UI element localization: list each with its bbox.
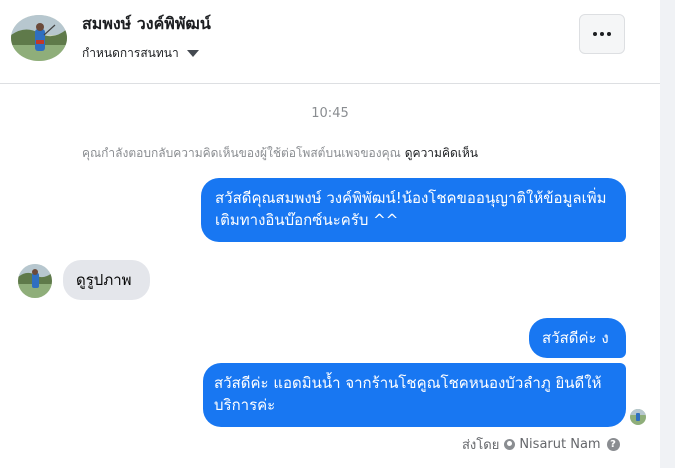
contact-avatar[interactable] bbox=[11, 15, 67, 61]
more-horizontal-icon bbox=[593, 32, 611, 36]
contact-photo bbox=[11, 15, 67, 61]
user-badge-icon bbox=[504, 439, 516, 450]
contact-name[interactable]: สมพงษ์ วงค์พิพัฒน์ bbox=[82, 12, 211, 37]
sender-name[interactable]: Nisarut Nam bbox=[519, 437, 600, 452]
conversation-panel: สมพงษ์ วงค์พิพัฒน์ กำหนดการสนทนา 10:45 ค… bbox=[0, 0, 660, 468]
reply-context-text: คุณกำลังตอบกลับความคิดเห็นของผู้ใช้ต่อโพ… bbox=[82, 146, 401, 160]
contact-avatar-small bbox=[18, 264, 52, 298]
conversation-settings-dropdown[interactable]: กำหนดการสนทนา bbox=[82, 44, 199, 63]
conversation-header: สมพงษ์ วงค์พิพัฒน์ กำหนดการสนทนา bbox=[0, 0, 660, 84]
reply-context-notice: คุณกำลังตอบกลับความคิดเห็นของผู้ใช้ต่อโพ… bbox=[82, 144, 478, 163]
more-options-button[interactable] bbox=[579, 14, 625, 54]
contact-photo bbox=[18, 264, 52, 298]
scrollbar-track[interactable] bbox=[660, 0, 675, 468]
caret-down-icon bbox=[186, 50, 199, 57]
conversation-settings-label: กำหนดการสนทนา bbox=[82, 46, 179, 60]
contact-photo bbox=[630, 409, 646, 425]
view-comment-link[interactable]: ดูความคิดเห็น bbox=[405, 146, 478, 160]
message-timestamp: 10:45 bbox=[311, 106, 349, 121]
outgoing-message[interactable]: สวัสดีค่ะ แอดมินน้ำ จากร้านโชคูณโชคหนองบ… bbox=[203, 363, 626, 427]
outgoing-message[interactable]: สวัสดีค่ะ ง bbox=[529, 318, 626, 358]
incoming-message[interactable]: ดูรูปภาพ bbox=[63, 260, 150, 300]
help-icon[interactable]: ? bbox=[606, 438, 620, 451]
outgoing-message[interactable]: สวัสดีคุณสมพงษ์ วงค์พิพัฒน์!น้องโชคขออนุ… bbox=[201, 178, 626, 242]
sent-by-label: ส่งโดย bbox=[462, 438, 500, 453]
read-receipt-avatar bbox=[630, 409, 646, 425]
sent-by-info: ส่งโดย Nisarut Nam ? bbox=[462, 434, 620, 455]
